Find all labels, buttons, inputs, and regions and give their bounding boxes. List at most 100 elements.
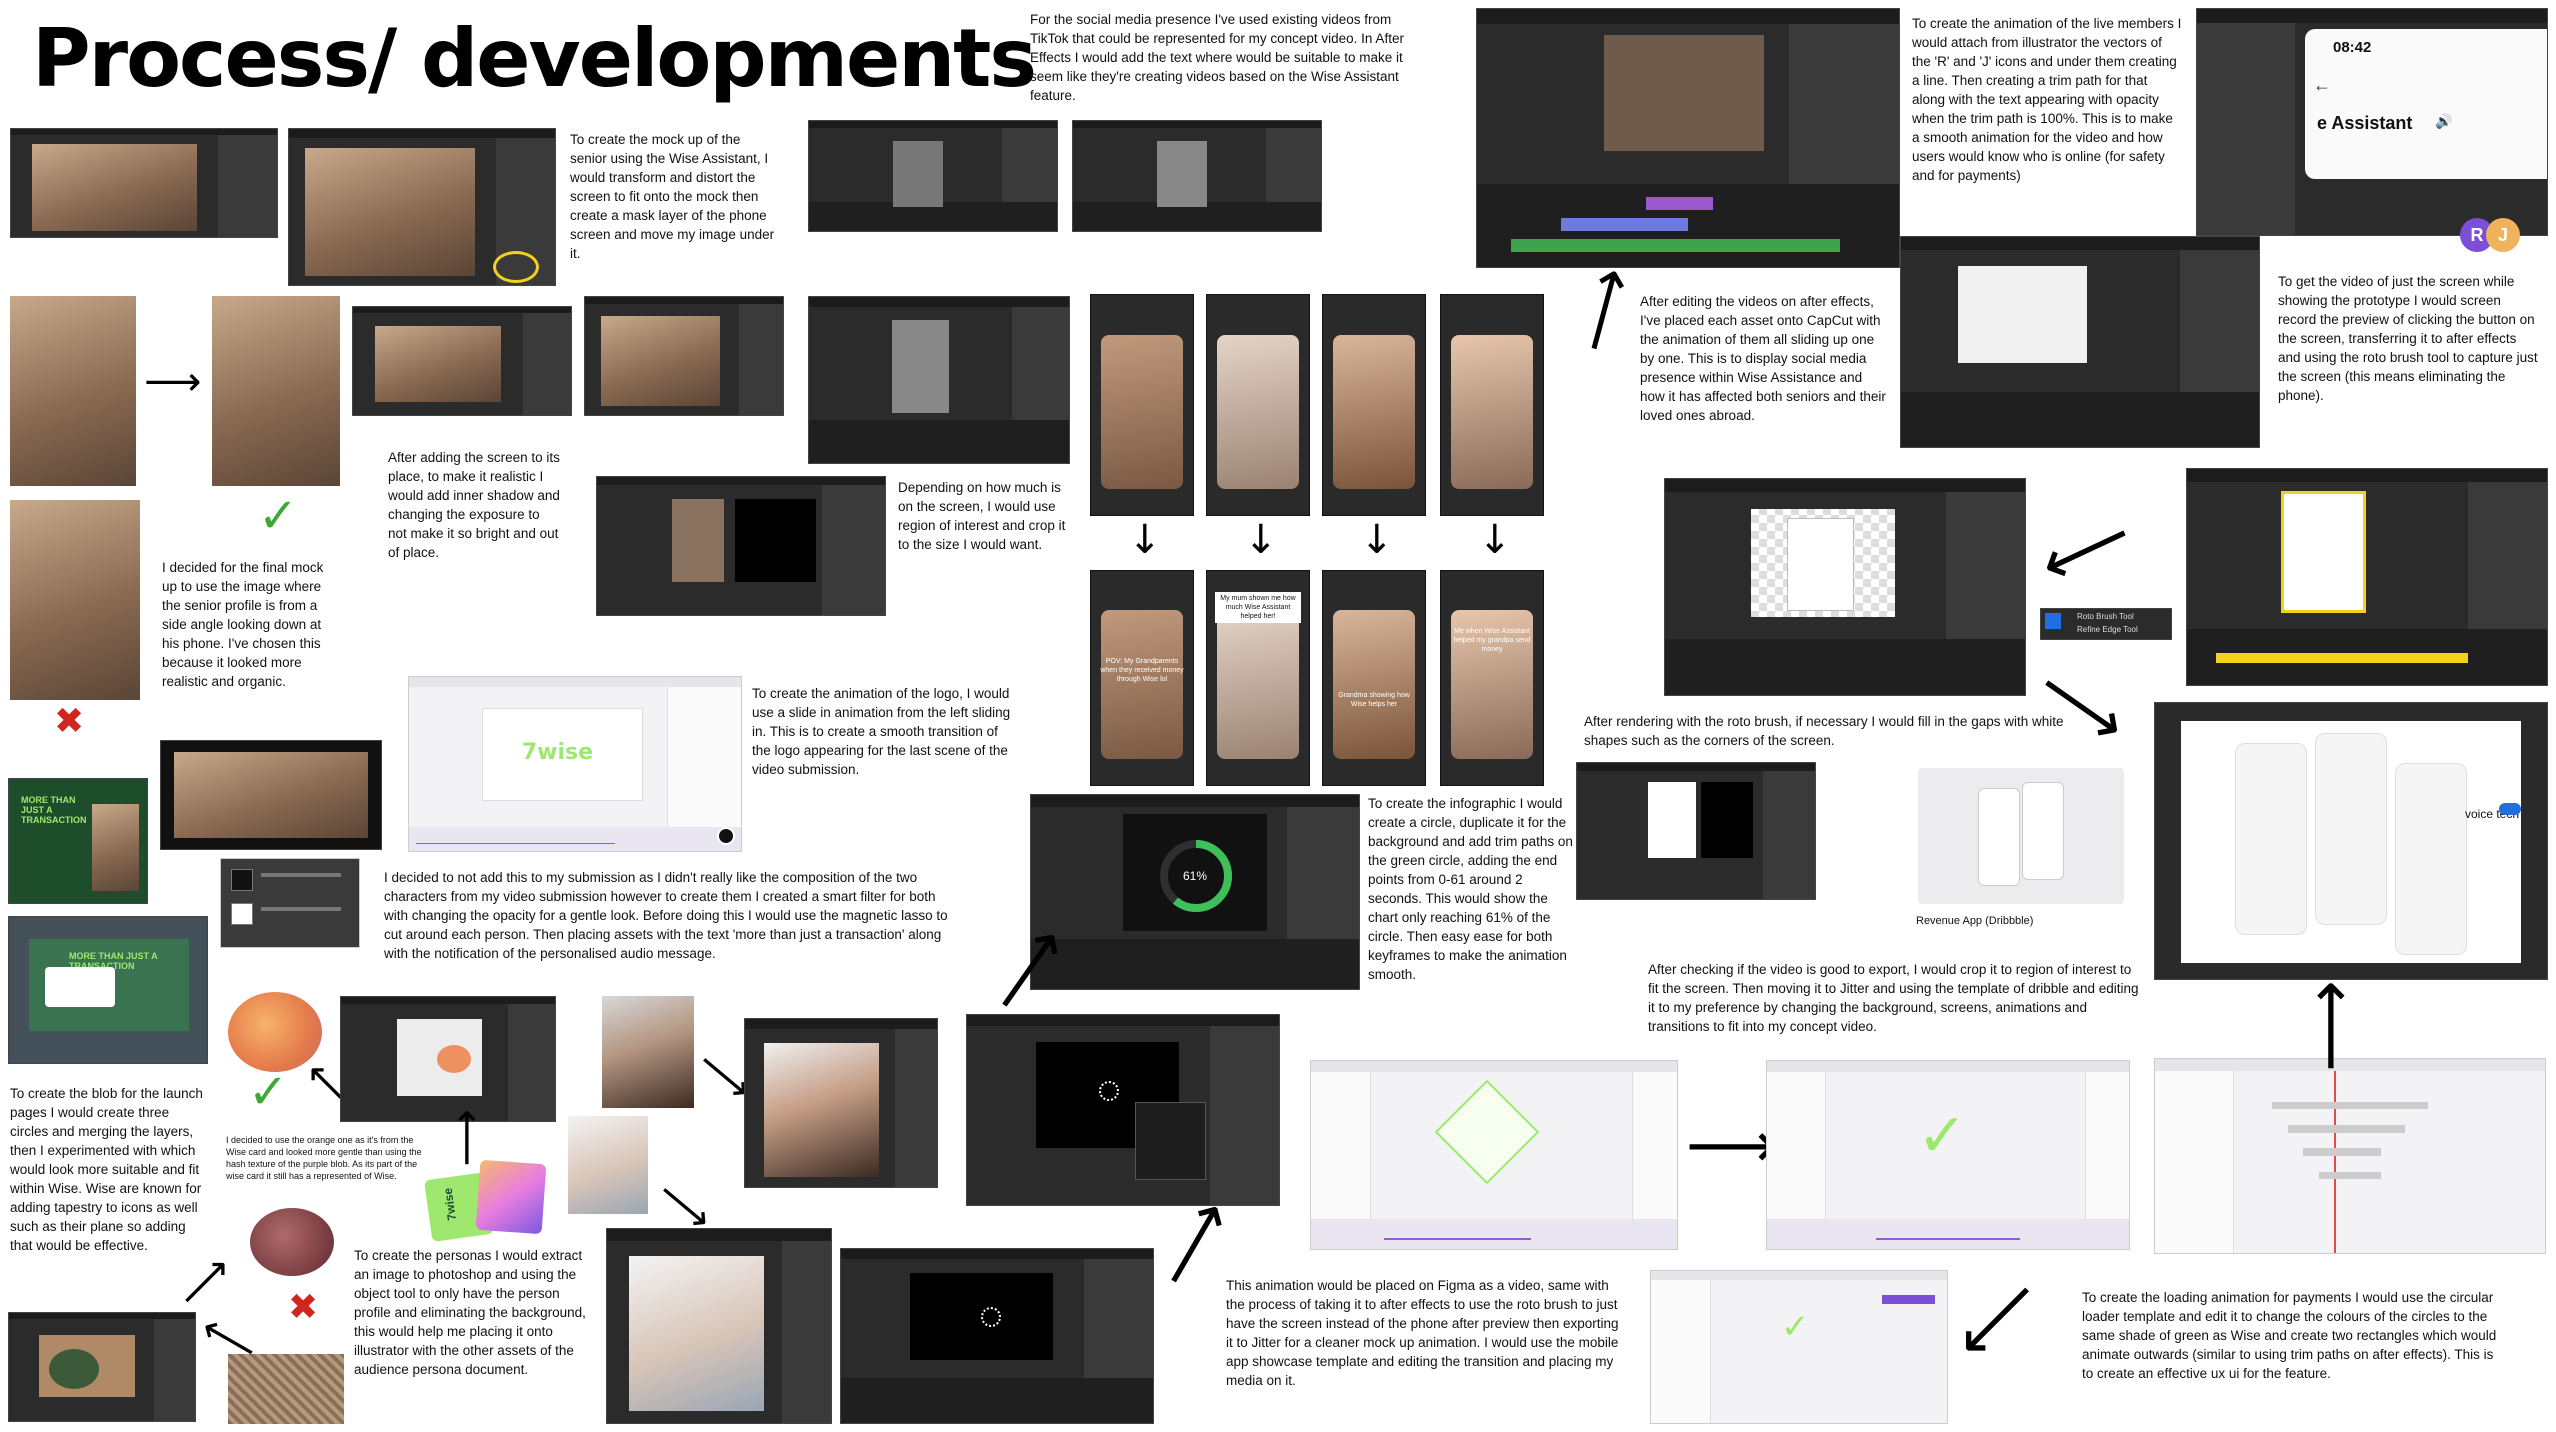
tiktok-caption-3: Grandma showing how Wise helps her xyxy=(1338,691,1410,708)
tiktok-captioned-4: Me when Wise Assistant helped my grandpa… xyxy=(1440,570,1544,786)
check-icon-4: ✓ xyxy=(1781,1307,1810,1347)
ae-avatar-screenshot xyxy=(1900,236,2260,448)
note-orange: I decided to use the orange one as it's … xyxy=(226,1135,422,1181)
ae-social-screenshot-2 xyxy=(1072,120,1322,232)
arrow-up-cards: ⟶ xyxy=(443,1109,490,1167)
arrow-up-capcut: ⟶ xyxy=(1558,259,1648,361)
ae-roto-screenshot-2 xyxy=(2186,468,2548,686)
note-roto-gaps: After rendering with the roto brush, if … xyxy=(1584,714,2064,748)
capcut-screenshot xyxy=(1476,8,1900,268)
roto-tool-icon xyxy=(2045,613,2061,629)
jitter-preview: voice tech xyxy=(2154,702,2548,980)
cross-icon-2: ✖ xyxy=(288,1287,319,1328)
ps-blob-screenshot xyxy=(340,996,556,1122)
ae-region-screenshot-1 xyxy=(808,296,1070,464)
ae-loader-screenshot-1 xyxy=(966,1014,1280,1206)
note-dribbble: After checking if the video is good to e… xyxy=(1648,962,2139,1034)
progress-value: 61% xyxy=(1183,869,1208,883)
note-logo: To create the animation of the logo, I w… xyxy=(752,686,1011,777)
senior-photo-1 xyxy=(10,296,136,486)
assistant-label: e Assistant xyxy=(2317,113,2413,133)
note-composition: I decided to not add this to my submissi… xyxy=(384,870,948,961)
note-personas: To create the personas I would extract a… xyxy=(354,1248,586,1377)
tiktok-captioned-3: Grandma showing how Wise helps her xyxy=(1322,570,1426,786)
avatar-j: J xyxy=(2486,218,2520,252)
ae-loader-screenshot-2 xyxy=(840,1248,1154,1424)
phone-time: 08:42 xyxy=(2333,39,2372,56)
note-loading: To create the loading animation for paym… xyxy=(2082,1290,2497,1381)
ps-screen-screenshot-2 xyxy=(584,296,784,416)
tiktok-frame-3 xyxy=(1322,294,1426,516)
tiktok-captioned-2: My mum shown me how much Wise Assistant … xyxy=(1206,570,1310,786)
check-icon-3: ✓ xyxy=(1917,1101,1968,1171)
figma-flow-screenshot-3: ✓ xyxy=(1650,1270,1948,1424)
senior-photo-2 xyxy=(212,296,340,486)
arrow-down-1: ↓ xyxy=(1128,517,1162,563)
ae-live-members-screenshot: 08:42 ← e Assistant 🔊 xyxy=(2196,8,2548,236)
check-icon-1: ✓ xyxy=(258,488,299,544)
note-mockup: To create the mock up of the senior usin… xyxy=(570,132,775,261)
photoshop-mockup-screenshot-1 xyxy=(10,128,278,238)
tiktok-frame-1 xyxy=(1090,294,1194,516)
back-arrow-icon: ← xyxy=(2313,75,2331,95)
wise-card-2 xyxy=(475,1159,547,1235)
figma-flow-screenshot-1 xyxy=(1310,1060,1678,1250)
note-blob: To create the blob for the launch pages … xyxy=(10,1086,203,1253)
ae-region-screenshot-2 xyxy=(596,476,886,616)
ps-screen-screenshot-1 xyxy=(352,306,572,416)
roto-tool-popup: Roto Brush Tool Refine Edge Tool xyxy=(2040,608,2172,640)
figma-logo-screenshot: 7wise xyxy=(408,676,742,852)
tv-mockup: MORE THAN JUST A TRANSACTION xyxy=(8,916,208,1064)
note-adding-screen: After adding the screen to its place, to… xyxy=(388,450,560,560)
arrow-up-loader: ⟶ xyxy=(1138,1185,1249,1303)
refine-edge-tool-label: Refine Edge Tool xyxy=(2077,625,2138,634)
purple-blob xyxy=(250,1208,334,1276)
note-figma: This animation would be placed on Figma … xyxy=(1226,1278,1619,1388)
ps-layers-panel xyxy=(220,858,360,948)
tiktok-caption-1: POV: My Grandparents when they received … xyxy=(1100,657,1184,683)
more-than-just-text-1: MORE THAN JUST A TRANSACTION xyxy=(21,795,87,825)
dribbble-caption: Revenue App (Dribbble) xyxy=(1916,915,2034,927)
check-icon-2: ✓ xyxy=(248,1064,289,1120)
tapestry-texture xyxy=(228,1354,344,1424)
tiktok-caption-4: Me when Wise Assistant helped my grandpa… xyxy=(1453,627,1531,653)
senior-photo-3 xyxy=(10,500,140,700)
wise-logo: 7wise xyxy=(521,739,594,765)
ae-social-screenshot-1 xyxy=(808,120,1058,232)
ps-tapestry-screenshot xyxy=(8,1312,196,1422)
ps-persona-screenshot-1 xyxy=(744,1018,938,1188)
arrow-down-2: ↓ xyxy=(1244,517,1278,563)
tiktok-frame-2 xyxy=(1206,294,1310,516)
arrow-right-figma: ⟶ xyxy=(1686,1109,1778,1183)
photoshop-mockup-screenshot-2 xyxy=(288,128,556,286)
note-social: For the social media presence I've used … xyxy=(1030,12,1404,103)
figma-flow-screenshot-2: ✓ xyxy=(1766,1060,2130,1250)
ps-persona-screenshot-2 xyxy=(606,1228,832,1424)
note-live-members: To create the animation of the live memb… xyxy=(1912,16,2182,183)
character-composite-photo xyxy=(160,740,382,850)
arrow-up-jitter: ⟶ xyxy=(2292,980,2367,1072)
note-infographic: To create the infographic I would create… xyxy=(1368,796,1573,982)
cross-icon-1: ✖ xyxy=(54,701,85,742)
roto-brush-tool-label: Roto Brush Tool xyxy=(2077,612,2134,621)
highlight-circle xyxy=(493,251,539,283)
arrow-down-left-figma: ⟶ xyxy=(1939,1261,2057,1379)
arrow-up-infographic: ⟶ xyxy=(971,911,1085,1029)
arrow-down-4: ↓ xyxy=(1478,517,1512,563)
loader-icon-1 xyxy=(1099,1081,1119,1101)
jitter-timeline-screenshot xyxy=(2154,1058,2546,1254)
note-region: Depending on how much is on the screen, … xyxy=(898,480,1066,552)
persona-photo-2 xyxy=(568,1116,648,1214)
wise-card-logo: 7wise xyxy=(440,1187,460,1222)
record-icon xyxy=(717,827,735,845)
persona-photo-1 xyxy=(602,996,694,1108)
arrow-right-1: ⟶ xyxy=(144,359,202,405)
note-final-mock: I decided for the final mock up to use t… xyxy=(162,560,324,689)
dribbble-preview xyxy=(1918,768,2124,904)
tiktok-caption-2: My mum shown me how much Wise Assistant … xyxy=(1215,592,1301,624)
speaker-icon: 🔊 xyxy=(2435,113,2453,129)
ae-export-screenshot xyxy=(1576,762,1816,900)
tiktok-captioned-1: POV: My Grandparents when they received … xyxy=(1090,570,1194,786)
arrow-left-roto: ⟵ xyxy=(2028,497,2144,603)
blob-green-screenshot: MORE THAN JUST A TRANSACTION xyxy=(8,778,148,904)
